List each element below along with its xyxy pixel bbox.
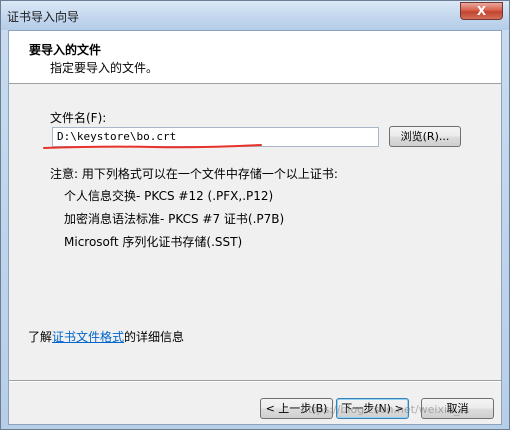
page-title: 要导入的文件 bbox=[29, 43, 102, 57]
title-bar[interactable]: 证书导入向导 X bbox=[1, 1, 509, 30]
window-title: 证书导入向导 bbox=[7, 10, 80, 24]
close-button[interactable]: X bbox=[460, 2, 503, 20]
file-name-label: 文件名(F): bbox=[50, 111, 107, 125]
format-item-sst: Microsoft 序列化证书存储(.SST) bbox=[64, 235, 243, 249]
watermark: https://blog.csdn.net/weixin_... bbox=[301, 403, 471, 416]
page-subtitle: 指定要导入的文件。 bbox=[50, 61, 159, 75]
learn-more-suffix: 的详细信息 bbox=[124, 330, 185, 344]
note-heading: 注意: 用下列格式可以在一个文件中存储一个以上证书: bbox=[50, 167, 338, 181]
browse-button[interactable]: 浏览(R)... bbox=[389, 126, 461, 147]
red-underline-annotation bbox=[43, 144, 262, 149]
wizard-page: 要导入的文件 指定要导入的文件。 文件名(F): D:\keystore\bo.… bbox=[8, 30, 502, 425]
wizard-header: 要导入的文件 指定要导入的文件。 bbox=[9, 31, 501, 84]
close-icon: X bbox=[476, 4, 487, 18]
format-item-pfx: 个人信息交换- PKCS #12 (.PFX,.P12) bbox=[64, 189, 274, 203]
certificate-import-wizard-window: 证书导入向导 X 要导入的文件 指定要导入的文件。 文件名(F): D:\key… bbox=[0, 0, 510, 430]
learn-more-text: 了解证书文件格式的详细信息 bbox=[28, 328, 184, 345]
format-item-p7b: 加密消息语法标准- PKCS #7 证书(.P7B) bbox=[64, 212, 285, 226]
learn-more-prefix: 了解 bbox=[28, 330, 53, 344]
footer-divider bbox=[9, 380, 501, 382]
certificate-formats-link[interactable]: 证书文件格式 bbox=[52, 330, 124, 344]
